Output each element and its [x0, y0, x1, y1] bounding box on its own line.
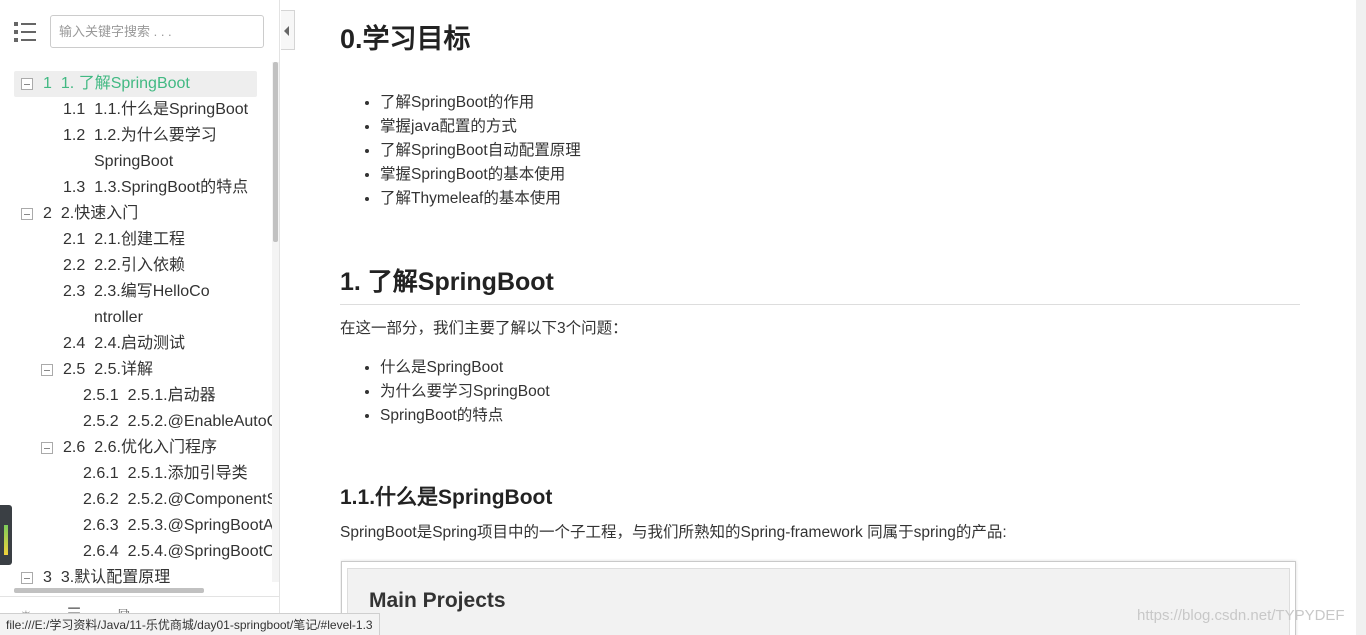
toc-item-label: 2.5.1.启动器	[127, 387, 216, 404]
toc-item-2-2[interactable]: 2.2 2.2.引入依赖	[63, 253, 185, 279]
list-item: 什么是SpringBoot	[380, 356, 550, 380]
list-item: 了解SpringBoot的作用	[380, 91, 581, 115]
toc-item-1[interactable]: 1 1. 了解SpringBoot	[14, 71, 257, 97]
main-content: 0.学习目标 了解SpringBoot的作用掌握java配置的方式了解Sprin…	[340, 0, 1300, 635]
toc-item-1-1[interactable]: 1.1 1.1.什么是SpringBoot	[63, 97, 248, 123]
collapse-icon[interactable]	[41, 364, 53, 376]
toc-item-label: 2.2.引入依赖	[94, 257, 185, 274]
toc-item-label: 1.2.为什么要学习SpringBoot	[94, 127, 217, 170]
toc-item-label: 1.3.SpringBoot的特点	[94, 179, 249, 196]
toc-item-label: 2.5.4.@SpringBootC	[127, 543, 272, 560]
toc-scrollbar-thumb[interactable]	[273, 62, 278, 242]
toc-item-2-5-2[interactable]: 2.5.2 2.5.2.@EnableAutoC	[83, 409, 272, 435]
list-item: 掌握SpringBoot的基本使用	[380, 163, 581, 187]
list-item: SpringBoot的特点	[380, 404, 550, 428]
toc-horizontal-scrollbar[interactable]	[14, 588, 204, 593]
toc-item-number: 2.6.4	[83, 543, 119, 560]
toc-item-2-5-1[interactable]: 2.5.1 2.5.1.启动器	[83, 383, 216, 409]
sidebar: 11. 了解SpringBoot1.11.1.什么是SpringBoot1.21…	[0, 0, 280, 635]
toc-item-number: 2.4	[63, 335, 86, 352]
collapse-icon[interactable]	[41, 442, 53, 454]
toc-item-label: 2.快速入门	[60, 205, 139, 222]
toc-item-2-6[interactable]: 2.6 2.6.优化入门程序	[41, 435, 217, 461]
toc-item-2-6-4[interactable]: 2.6.4 2.5.4.@SpringBootC	[83, 539, 272, 565]
toc-item-2-6-1[interactable]: 2.6.1 2.5.1.添加引导类	[83, 461, 248, 487]
main-projects-panel: Main Projects	[347, 568, 1290, 635]
section1-list: 什么是SpringBoot为什么要学习SpringBootSpringBoot的…	[340, 356, 550, 428]
toc-item-2[interactable]: 2 2.快速入门	[21, 201, 139, 227]
sidebar-collapse-button[interactable]	[281, 10, 295, 50]
toc-item-3[interactable]: 3 3.默认配置原理	[21, 565, 171, 590]
collapse-icon[interactable]	[21, 208, 33, 220]
toc-item-number: 2	[43, 205, 52, 222]
toc-item-2-6-2[interactable]: 2.6.2 2.5.2.@ComponentS	[83, 487, 272, 513]
toc-item-number: 2.6.3	[83, 517, 119, 534]
toc-item-label: 2.5.3.@SpringBootA	[127, 517, 272, 534]
toc-item-label: 2.4.启动测试	[94, 335, 185, 352]
toc-item-label: 2.5.详解	[94, 361, 153, 378]
sub11-heading: 1.1.什么是SpringBoot	[340, 486, 553, 509]
toc-item-number: 1.1	[63, 101, 86, 118]
toc-item-label: 2.3.编写HelloController	[94, 283, 210, 326]
app-window: 11. 了解SpringBoot1.11.1.什么是SpringBoot1.21…	[0, 0, 1366, 635]
toc-item-label: 2.5.2.@EnableAutoC	[127, 413, 272, 430]
toc-item-label: 1. 了解SpringBoot	[60, 75, 190, 92]
toc-item-number: 2.1	[63, 231, 86, 248]
toc-item-1-3[interactable]: 1.3 1.3.SpringBoot的特点	[63, 175, 248, 201]
status-bar-url: file:///E:/学习资料/Java/11-乐优商城/day01-sprin…	[0, 613, 380, 635]
toc-item-number: 2.2	[63, 257, 86, 274]
search-input[interactable]	[50, 15, 264, 48]
toc-item-2-4[interactable]: 2.4 2.4.启动测试	[63, 331, 185, 357]
toc-item-number: 2.6.2	[83, 491, 119, 508]
toc-item-label: 1.1.什么是SpringBoot	[94, 101, 249, 118]
list-item: 了解Thymeleaf的基本使用	[380, 187, 581, 211]
list-item: 为什么要学习SpringBoot	[380, 380, 550, 404]
toc-item-2-1[interactable]: 2.1 2.1.创建工程	[63, 227, 185, 253]
toc-item-number: 2.3	[63, 283, 86, 300]
toc-item-number: 1.3	[63, 179, 86, 196]
toc-item-number: 1	[43, 75, 52, 92]
toc-item-label: 2.6.优化入门程序	[94, 439, 217, 456]
toc-item-number: 2.6.1	[83, 465, 119, 482]
sub11-paragraph: SpringBoot是Spring项目中的一个子工程，与我们所熟知的Spring…	[340, 524, 1007, 541]
list-item: 掌握java配置的方式	[380, 115, 581, 139]
toc-item-number: 2.6	[63, 439, 86, 456]
toc-tree: 1 1. 了解SpringBoot 1.1 1.1.什么是SpringBoot 1.2 1…	[0, 70, 272, 590]
section1-intro: 在这一部分，我们主要了解以下3个问题：	[340, 320, 628, 337]
main-projects-title: Main Projects	[369, 589, 506, 612]
toc-item-number: 2.5	[63, 361, 86, 378]
toc-item-number: 2.5.2	[83, 413, 119, 430]
toc-item-number: 2.5.1	[83, 387, 119, 404]
goals-list: 了解SpringBoot的作用掌握java配置的方式了解SpringBoot自动…	[340, 91, 581, 211]
side-widget[interactable]	[0, 505, 12, 565]
list-item: 了解SpringBoot自动配置原理	[380, 139, 581, 163]
watermark: https://blog.csdn.net/TYPYDEF	[1137, 607, 1345, 624]
toc-item-1-2[interactable]: 1.2 1.2.为什么要学习SpringBoot	[63, 123, 217, 175]
toc-item-2-6-3[interactable]: 2.6.3 2.5.3.@SpringBootA	[83, 513, 272, 539]
toc-item-label: 2.5.2.@ComponentS	[127, 491, 272, 508]
collapse-icon[interactable]	[21, 572, 33, 584]
section1-heading: 1. 了解SpringBoot	[340, 262, 1300, 305]
main-vertical-scrollbar[interactable]	[1356, 0, 1366, 635]
toc-item-number: 3	[43, 569, 52, 586]
toc-item-label: 2.5.1.添加引导类	[127, 465, 248, 482]
toc-item-number: 1.2	[63, 127, 86, 144]
list-icon[interactable]	[13, 21, 37, 43]
goals-heading: 0.学习目标	[340, 24, 471, 54]
toc-item-2-5[interactable]: 2.5 2.5.详解	[41, 357, 153, 383]
toc-item-label: 3.默认配置原理	[60, 569, 171, 586]
toc-vertical-scrollbar[interactable]	[272, 62, 279, 582]
collapse-icon[interactable]	[21, 78, 33, 90]
toc-item-2-3[interactable]: 2.3 2.3.编写HelloController	[63, 279, 210, 331]
toc-item-label: 2.1.创建工程	[94, 231, 185, 248]
